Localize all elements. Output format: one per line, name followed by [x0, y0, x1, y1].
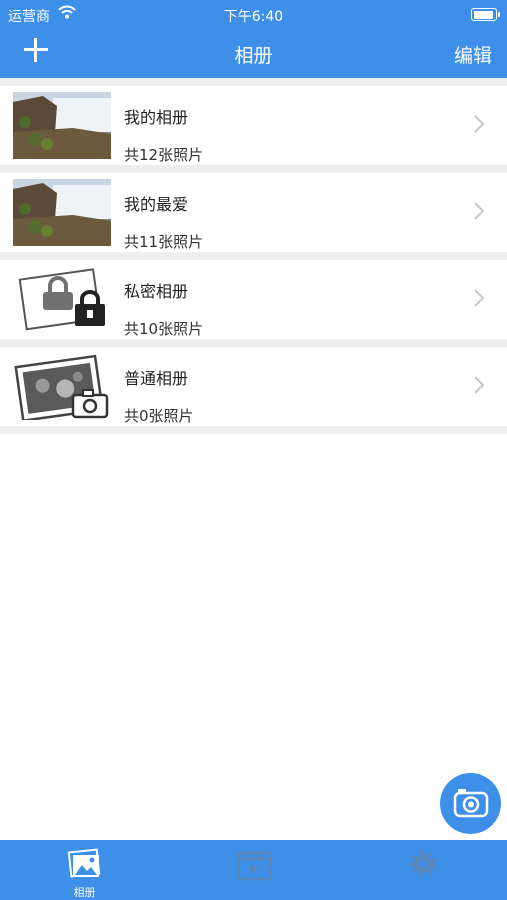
photos-icon: [67, 848, 101, 878]
separator: [0, 78, 507, 86]
waterfall-thumbnail: [13, 92, 111, 159]
camera-album-icon: [14, 354, 109, 420]
navigation-bar: 相册 编辑: [0, 28, 507, 78]
chevron-right-icon: [474, 376, 485, 394]
edit-button[interactable]: 编辑: [454, 41, 492, 68]
album-list: 我的相册 共12张照片 我的最爱 共11张照片 私密相册 共10张照片 普通相册…: [0, 78, 507, 434]
album-count: 共12张照片: [124, 146, 204, 164]
tab-albums[interactable]: 相册: [0, 840, 169, 900]
album-name: 私密相册: [124, 282, 189, 301]
album-count: 共0张照片: [124, 407, 194, 425]
tab-video[interactable]: [169, 840, 338, 900]
album-count: 共11张照片: [124, 233, 204, 251]
camera-button[interactable]: [440, 773, 501, 834]
album-name: 我的最爱: [124, 195, 189, 214]
status-time: 下午6:40: [223, 9, 284, 25]
page-title: 相册: [234, 45, 273, 67]
chevron-right-icon: [474, 289, 485, 307]
album-name: 我的相册: [124, 108, 189, 127]
video-icon: [236, 851, 272, 881]
status-bar: 运营商 下午6:40: [0, 0, 507, 28]
camera-icon: [453, 789, 489, 818]
lock-album-icon: [18, 268, 105, 331]
separator: [0, 339, 507, 347]
album-count: 共10张照片: [124, 320, 204, 338]
album-row-normal[interactable]: 普通相册 共0张照片: [0, 347, 507, 426]
album-row-favorites[interactable]: 我的最爱 共11张照片: [0, 173, 507, 252]
waterfall-thumbnail: [13, 179, 111, 246]
chevron-right-icon: [474, 202, 485, 220]
tab-settings[interactable]: [338, 840, 507, 900]
tab-bar: 相册: [0, 840, 507, 900]
separator: [0, 252, 507, 260]
tab-label: 相册: [73, 886, 96, 899]
separator: [0, 426, 507, 434]
album-name: 普通相册: [124, 369, 189, 388]
album-row-my-album[interactable]: 我的相册 共12张照片: [0, 86, 507, 165]
gear-icon: [410, 851, 436, 877]
chevron-right-icon: [474, 115, 485, 133]
separator: [0, 165, 507, 173]
album-row-private[interactable]: 私密相册 共10张照片: [0, 260, 507, 339]
battery-icon: [471, 8, 500, 21]
